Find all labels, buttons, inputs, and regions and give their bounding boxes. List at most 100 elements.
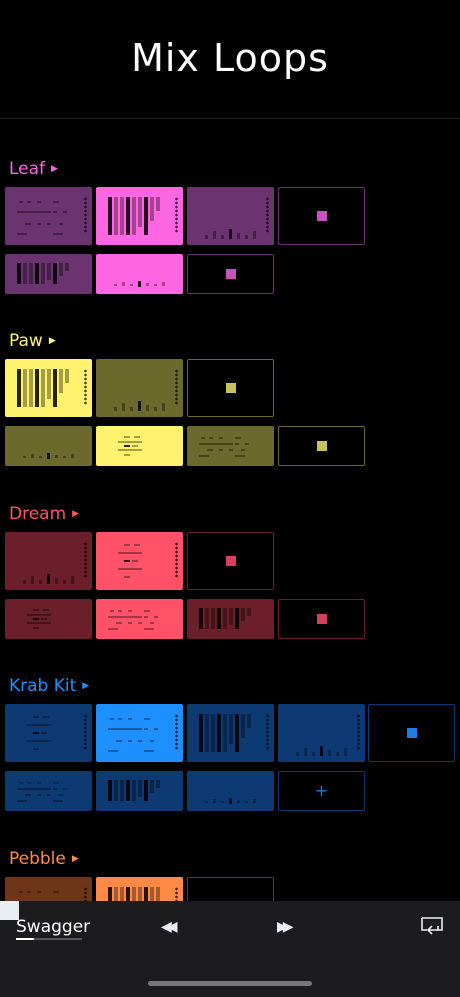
stop-square-icon	[225, 383, 236, 393]
loops-scroll-area[interactable]: Leaf ▶ Paw ▶ Dream ▶ Krab Kit ▶ + Pebble ▶	[0, 119, 460, 901]
loop-pattern	[13, 367, 78, 409]
step-dots	[175, 369, 178, 405]
current-track-name[interactable]: Swagger	[16, 917, 90, 937]
group-name: Paw	[9, 331, 43, 351]
loop-cell[interactable]	[96, 771, 183, 811]
loop-pattern	[13, 262, 78, 286]
loop-pattern	[104, 195, 169, 237]
expand-caret-icon: ▶	[82, 681, 90, 691]
group-label-krab-kit[interactable]: Krab Kit ▶	[9, 676, 89, 696]
step-dots	[266, 197, 269, 233]
loop-pattern	[104, 885, 169, 901]
airplay-icon[interactable]	[421, 917, 443, 935]
loop-cell[interactable]	[96, 254, 183, 294]
loop-stop-cell[interactable]	[187, 877, 274, 901]
loop-cell[interactable]	[5, 599, 92, 639]
group-label-pebble[interactable]: Pebble ▶	[9, 849, 79, 869]
loop-pattern	[286, 712, 351, 756]
expand-caret-icon: ▶	[48, 336, 56, 346]
track-progress	[16, 938, 82, 940]
loop-pattern	[104, 367, 169, 411]
loop-pattern	[13, 712, 78, 754]
loop-cell[interactable]	[5, 704, 92, 762]
stop-square-icon	[316, 614, 327, 624]
stop-square-icon	[225, 556, 236, 566]
app-title: Mix Loops	[131, 36, 329, 80]
home-indicator	[148, 981, 312, 986]
loop-cell[interactable]	[96, 877, 183, 901]
loop-cell[interactable]	[5, 532, 92, 590]
loop-pattern	[195, 779, 260, 804]
add-loop-button[interactable]: +	[278, 771, 365, 811]
loop-cell[interactable]	[96, 704, 183, 762]
loop-cell[interactable]	[187, 704, 274, 762]
step-dots	[175, 887, 178, 901]
loop-pattern	[13, 195, 78, 237]
loop-stop-cell[interactable]	[368, 704, 455, 762]
loop-stop-cell[interactable]	[278, 426, 365, 466]
loop-cell[interactable]	[187, 771, 274, 811]
loop-cell[interactable]	[5, 426, 92, 466]
loop-cell[interactable]	[5, 187, 92, 245]
loop-cell[interactable]	[187, 426, 274, 466]
loop-cell[interactable]	[278, 704, 365, 762]
step-dots	[175, 197, 178, 233]
loop-pattern	[195, 712, 260, 754]
loop-pattern	[195, 434, 260, 458]
group-label-paw[interactable]: Paw ▶	[9, 331, 56, 351]
step-dots	[84, 542, 87, 578]
group-name: Pebble	[9, 849, 66, 869]
loop-pattern	[104, 779, 169, 803]
loop-pattern	[104, 607, 169, 631]
loop-pattern	[195, 607, 260, 631]
step-dots	[266, 714, 269, 750]
expand-caret-icon: ▶	[72, 509, 80, 519]
group-label-dream[interactable]: Dream ▶	[9, 504, 79, 524]
loop-cell[interactable]	[187, 599, 274, 639]
loop-stop-cell[interactable]	[278, 599, 365, 639]
loop-cell[interactable]	[187, 187, 274, 245]
loop-pattern	[104, 540, 169, 582]
player-bar: Swagger ◀◀ ▶▶	[0, 901, 460, 997]
loop-cell[interactable]	[96, 532, 183, 590]
step-dots	[357, 714, 360, 750]
loop-pattern	[13, 434, 78, 459]
loop-cell[interactable]	[96, 187, 183, 245]
step-dots	[84, 714, 87, 750]
loop-cell[interactable]	[96, 599, 183, 639]
group-label-leaf[interactable]: Leaf ▶	[9, 159, 58, 179]
expand-caret-icon: ▶	[71, 854, 79, 864]
loop-pattern	[13, 540, 78, 584]
group-name: Krab Kit	[9, 676, 77, 696]
plus-icon: +	[314, 781, 329, 800]
stop-square-icon	[316, 211, 327, 221]
loop-cell[interactable]	[96, 359, 183, 417]
loop-pattern	[13, 885, 78, 901]
rewind-icon: ◀◀	[161, 919, 177, 935]
stop-square-icon	[225, 269, 236, 279]
loop-pattern	[104, 262, 169, 287]
loop-stop-cell[interactable]	[187, 359, 274, 417]
loop-cell[interactable]	[5, 254, 92, 294]
loop-cell[interactable]	[5, 359, 92, 417]
group-name: Dream	[9, 504, 67, 524]
step-dots	[84, 197, 87, 233]
loop-cell[interactable]	[5, 877, 92, 901]
step-dots	[175, 542, 178, 578]
stop-square-icon	[316, 441, 327, 451]
fast-forward-icon: ▶▶	[277, 919, 293, 935]
loop-pattern	[104, 712, 169, 754]
loop-cell[interactable]	[96, 426, 183, 466]
step-dots	[84, 369, 87, 405]
loop-pattern	[195, 195, 260, 239]
step-dots	[84, 887, 87, 901]
fast-forward-button[interactable]: ▶▶	[277, 915, 293, 938]
loop-cell[interactable]	[5, 771, 92, 811]
rewind-button[interactable]: ◀◀	[161, 915, 177, 938]
expand-caret-icon: ▶	[51, 164, 58, 174]
loop-pattern	[104, 434, 169, 458]
loop-stop-cell[interactable]	[278, 187, 365, 245]
loop-stop-cell[interactable]	[187, 254, 274, 294]
loop-pattern	[13, 607, 78, 631]
loop-stop-cell[interactable]	[187, 532, 274, 590]
